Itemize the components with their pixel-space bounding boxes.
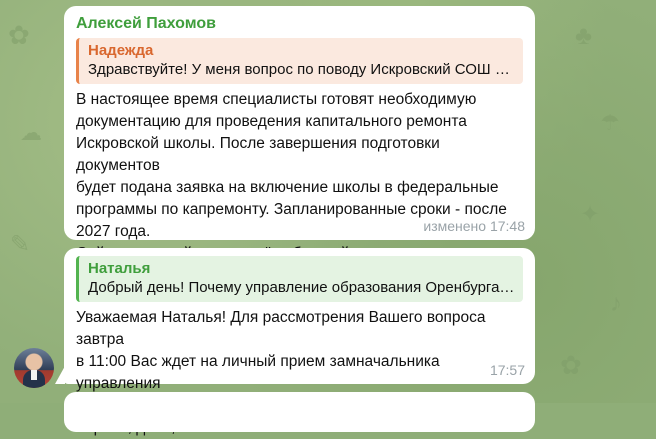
quote-text: Добрый день! Почему управление образован…: [88, 279, 515, 296]
quote-text: Здравствуйте! У меня вопрос по поводу Ис…: [88, 61, 515, 78]
doodle-icon: ♪: [610, 290, 622, 317]
doodle-icon: ✦: [580, 201, 601, 228]
message-bubble[interactable]: Наталья Добрый день! Почему управление о…: [64, 248, 535, 436]
doodle-icon: ☂: [600, 110, 620, 135]
doodle-icon: ☁: [20, 120, 42, 145]
avatar-collar: [31, 370, 37, 380]
doodle-icon: ✿: [8, 20, 30, 50]
sender-name[interactable]: Алексей Пахомов: [76, 14, 523, 34]
bubble-tail: [55, 366, 65, 384]
reply-quote[interactable]: Наталья Добрый день! Почему управление о…: [76, 256, 523, 302]
reply-quote[interactable]: Надежда Здравствуйте! У меня вопрос по п…: [76, 38, 523, 84]
doodle-icon: ♣: [575, 20, 593, 50]
avatar[interactable]: [14, 348, 54, 388]
message-bubble-partial[interactable]: [64, 392, 535, 432]
quote-author: Надежда: [88, 42, 154, 59]
message-time: изменено 17:48: [423, 218, 525, 234]
message-time: 17:57: [489, 362, 525, 378]
message-bubble[interactable]: Алексей Пахомов Надежда Здравствуйте! У …: [64, 6, 535, 306]
quote-author: Наталья: [88, 260, 151, 277]
doodle-icon: ✎: [10, 231, 31, 258]
doodle-icon: ✿: [560, 350, 582, 380]
